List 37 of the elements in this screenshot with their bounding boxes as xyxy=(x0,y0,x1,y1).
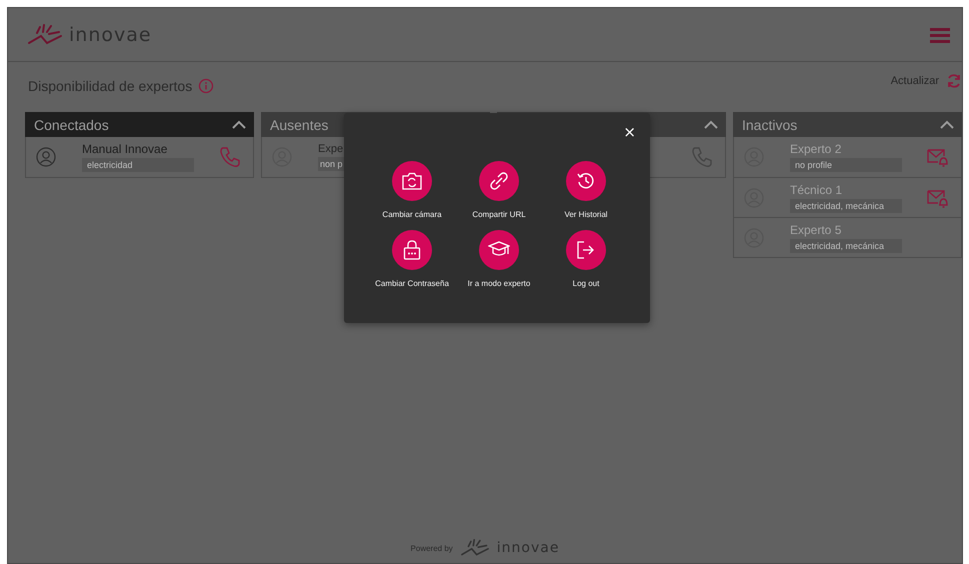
logo-mark-icon xyxy=(458,539,491,557)
chevron-up-icon[interactable] xyxy=(940,120,954,129)
action-button[interactable] xyxy=(566,161,606,201)
chevron-up-icon[interactable] xyxy=(704,120,718,129)
column-header[interactable]: Conectados xyxy=(25,112,254,137)
expert-name: Experto 2 xyxy=(790,142,842,156)
action-label[interactable]: Log out xyxy=(572,279,600,288)
action-label[interactable]: Cambiar cámara xyxy=(382,210,442,219)
close-button[interactable]: × xyxy=(619,123,640,141)
action-label[interactable]: Compartir URL xyxy=(472,210,526,219)
avatar-icon xyxy=(36,147,56,167)
logo-mark-icon xyxy=(27,24,63,46)
action-label[interactable]: Cambiar Contraseña xyxy=(375,279,449,288)
action-label[interactable]: Ir a modo experto xyxy=(468,279,530,288)
expert-tag: electricidad xyxy=(82,158,194,172)
chevron-up-icon[interactable] xyxy=(232,120,246,129)
camera-icon xyxy=(402,172,422,190)
expert-name: Manual Innovae xyxy=(82,142,168,156)
action-button[interactable] xyxy=(479,230,519,270)
history-icon xyxy=(577,172,595,190)
action-button[interactable] xyxy=(392,230,432,270)
action-label[interactable]: Ver Historial xyxy=(564,210,608,219)
link-icon xyxy=(489,171,509,191)
expert-name: Expe xyxy=(318,143,344,155)
column-header[interactable]: Inactivos xyxy=(733,112,962,137)
expert-tag: electricidad, mecánica xyxy=(790,198,902,212)
lock-icon xyxy=(403,240,421,260)
logout-icon xyxy=(577,241,595,259)
powered-by-label: Powered by xyxy=(410,544,453,552)
action-button[interactable] xyxy=(566,230,606,270)
expert-tag: no profile xyxy=(790,158,902,172)
expert-name: Experto 5 xyxy=(790,222,842,236)
expert-name: Técnico 1 xyxy=(790,182,844,196)
expert-tag: non p xyxy=(318,157,344,171)
action-button[interactable] xyxy=(479,161,519,201)
action-button[interactable] xyxy=(392,161,432,201)
expert-tag: electricidad, mecánica xyxy=(790,238,902,252)
